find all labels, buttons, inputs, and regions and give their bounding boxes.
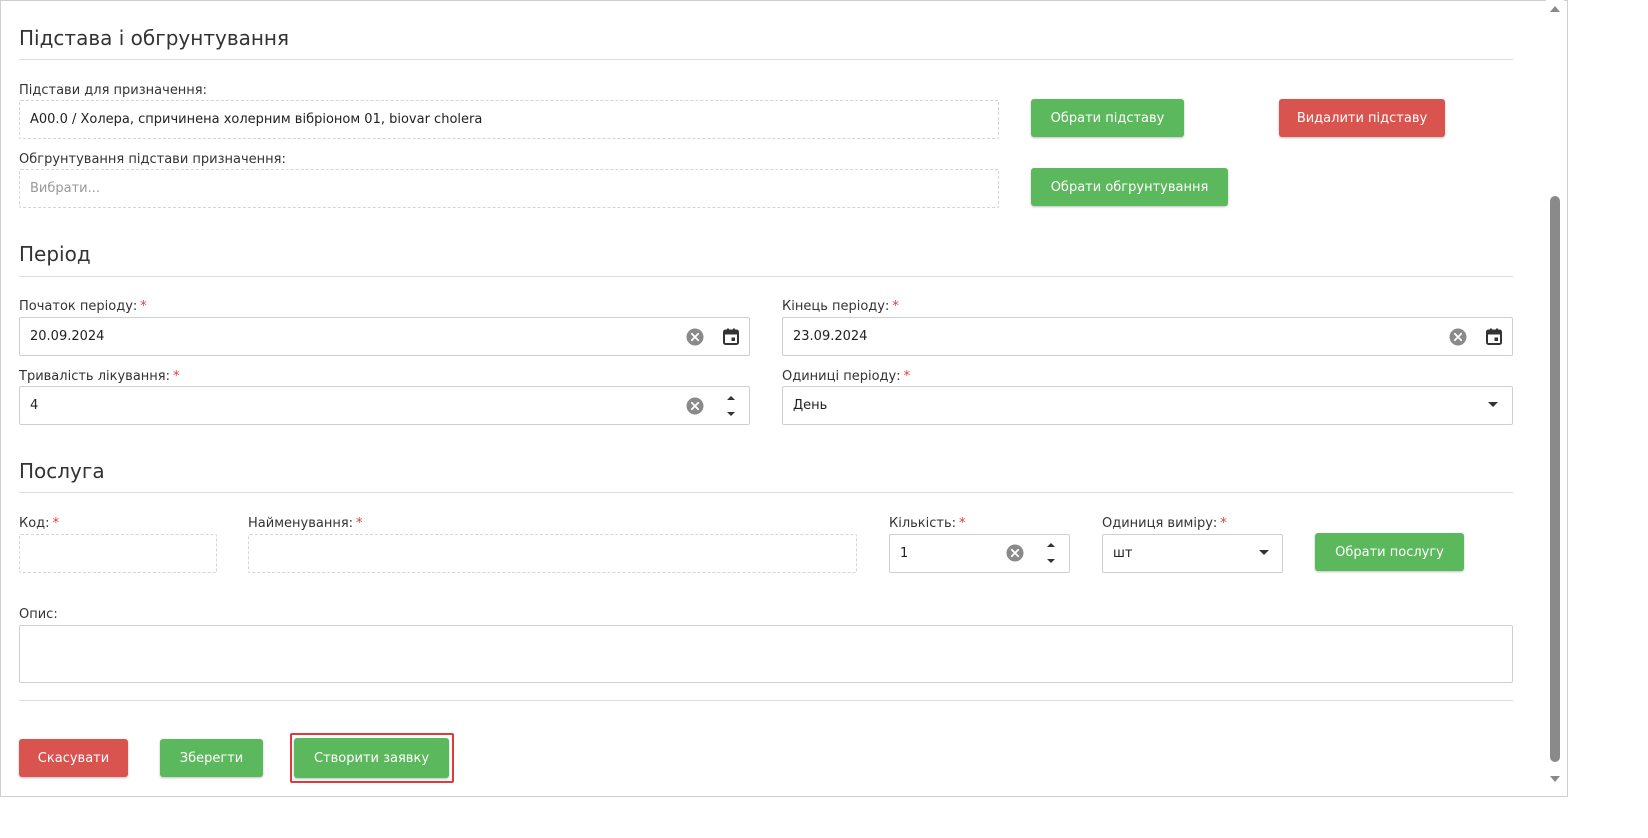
justification-field[interactable]: Вибрати... bbox=[19, 169, 999, 208]
scroll-up-icon[interactable] bbox=[1550, 4, 1560, 14]
create-request-button[interactable]: Створити заявку bbox=[294, 738, 449, 778]
divider bbox=[19, 700, 1513, 701]
caret-down-icon[interactable] bbox=[1486, 399, 1500, 411]
duration-label: Тривалість лікування: * bbox=[19, 369, 180, 384]
spinner-arrows-icon[interactable] bbox=[1044, 538, 1058, 568]
select-justification-button[interactable]: Обрати обгрунтування bbox=[1031, 168, 1228, 206]
clear-circle-icon[interactable] bbox=[685, 396, 705, 416]
period-units-select[interactable]: День bbox=[782, 386, 1513, 425]
clear-circle-icon[interactable] bbox=[1005, 543, 1025, 563]
period-end-input[interactable]: 23.09.2024 bbox=[782, 317, 1513, 356]
scrollbar[interactable] bbox=[1546, 0, 1564, 795]
clear-circle-icon[interactable] bbox=[685, 327, 705, 347]
measure-unit-value: шт bbox=[1113, 546, 1133, 561]
period-units-value: День bbox=[793, 398, 828, 413]
calendar-icon[interactable] bbox=[1484, 326, 1504, 346]
section-title-basis: Підстава і обгрунтування bbox=[19, 26, 290, 50]
save-button[interactable]: Зберегти bbox=[160, 739, 263, 777]
justification-label: Обгрунтування підстави призначення: bbox=[19, 152, 286, 167]
scrollbar-thumb[interactable] bbox=[1550, 196, 1560, 762]
period-start-label: Початок періоду: * bbox=[19, 299, 147, 314]
scroll-down-icon[interactable] bbox=[1550, 774, 1560, 784]
cancel-button[interactable]: Скасувати bbox=[19, 739, 128, 777]
quantity-label: Кількість: * bbox=[889, 516, 966, 531]
service-name-field[interactable] bbox=[248, 534, 857, 573]
description-label: Опис: bbox=[19, 607, 58, 622]
divider bbox=[19, 59, 1513, 60]
duration-input[interactable]: 4 bbox=[19, 386, 750, 425]
select-service-button[interactable]: Обрати послугу bbox=[1315, 533, 1464, 571]
section-title-service: Послуга bbox=[19, 459, 105, 483]
spinner-arrows-icon[interactable] bbox=[724, 391, 738, 421]
period-end-label: Кінець періоду: * bbox=[782, 299, 899, 314]
measure-unit-select[interactable]: шт bbox=[1102, 534, 1283, 573]
period-start-input[interactable]: 20.09.2024 bbox=[19, 317, 750, 356]
select-basis-button[interactable]: Обрати підставу bbox=[1031, 99, 1184, 137]
quantity-input[interactable]: 1 bbox=[889, 534, 1070, 573]
section-title-period: Період bbox=[19, 242, 91, 266]
service-code-field[interactable] bbox=[19, 534, 217, 573]
period-units-label: Одиниці періоду: * bbox=[782, 369, 911, 384]
clear-circle-icon[interactable] bbox=[1448, 327, 1468, 347]
calendar-icon[interactable] bbox=[721, 326, 741, 346]
quantity-value: 1 bbox=[900, 546, 909, 561]
service-code-label: Код: * bbox=[19, 516, 60, 531]
basis-field[interactable]: A00.0 / Холера, спричинена холерним вібр… bbox=[19, 100, 999, 139]
description-textarea[interactable] bbox=[19, 625, 1513, 683]
justification-placeholder: Вибрати... bbox=[30, 181, 101, 196]
basis-value: A00.0 / Холера, спричинена холерним вібр… bbox=[30, 112, 483, 127]
basis-label: Підстави для призначення: bbox=[19, 83, 208, 98]
period-end-value: 23.09.2024 bbox=[793, 329, 868, 344]
duration-value: 4 bbox=[30, 398, 39, 413]
service-name-label: Найменування: * bbox=[248, 516, 363, 531]
divider bbox=[19, 492, 1513, 493]
period-start-value: 20.09.2024 bbox=[30, 329, 105, 344]
caret-down-icon[interactable] bbox=[1257, 547, 1271, 559]
divider bbox=[19, 276, 1513, 277]
delete-basis-button[interactable]: Видалити підставу bbox=[1279, 99, 1445, 137]
measure-unit-label: Одиниця виміру: * bbox=[1102, 516, 1227, 531]
